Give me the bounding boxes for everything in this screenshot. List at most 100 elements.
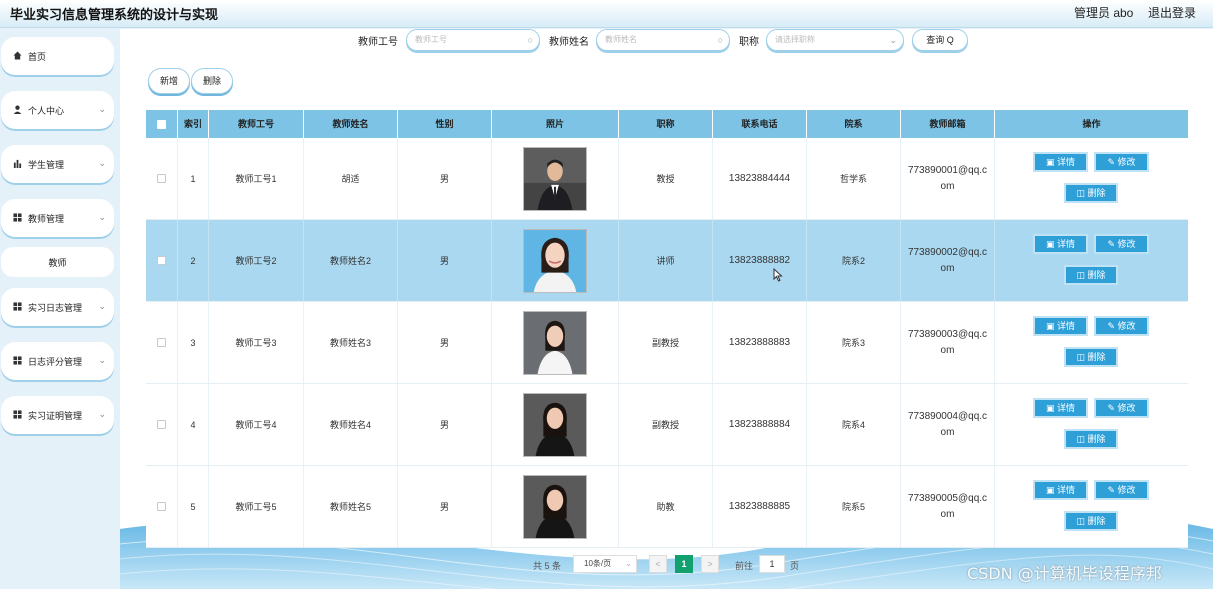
cell-email: 773890001@qq.com <box>901 138 995 219</box>
table-row[interactable]: 2 教师工号2 教师姓名2 男 讲师 13823888882 院系2 77389… <box>146 220 1188 302</box>
column-header: 院系 <box>807 110 901 138</box>
edit-icon: ✎ <box>1107 485 1115 495</box>
cell-title: 教授 <box>619 138 713 219</box>
row-checkbox[interactable] <box>146 466 178 547</box>
watermark: CSDN @计算机毕设程序邦 <box>967 564 1162 583</box>
sidebar-item-internship-log[interactable]: 实习日志管理 ⌄ <box>1 288 114 326</box>
table-row[interactable]: 1 教师工号1 胡适 男 教授 13823884444 哲学系 77389000… <box>146 138 1188 220</box>
delete-button[interactable]: 删除 <box>191 68 233 94</box>
row-delete-button[interactable]: ◫ 删除 <box>1064 347 1118 367</box>
cell-gender: 男 <box>398 466 492 547</box>
sidebar-item-log-scoring[interactable]: 日志评分管理 ⌄ <box>1 342 114 380</box>
search-icon: ○ <box>527 35 533 45</box>
add-button[interactable]: 新增 <box>148 68 190 94</box>
column-header: 索引 <box>178 110 209 138</box>
column-header: 教师姓名 <box>304 110 398 138</box>
detail-button[interactable]: ▣ 详情 <box>1033 480 1088 500</box>
cell-photo <box>492 384 619 465</box>
next-page-button[interactable]: > <box>701 555 719 573</box>
row-checkbox[interactable] <box>146 302 178 383</box>
goto-page-input[interactable]: 1 <box>759 555 785 573</box>
app-title: 毕业实习信息管理系统的设计与实现 <box>10 7 219 22</box>
row-checkbox[interactable] <box>146 138 178 219</box>
cell-photo <box>492 466 619 547</box>
chevron-down-icon: ⌄ <box>98 104 106 114</box>
detail-button[interactable]: ▣ 详情 <box>1033 398 1088 418</box>
top-bar: 毕业实习信息管理系统的设计与实现 管理员 abo 退出登录 <box>0 0 1213 28</box>
table-row[interactable]: 3 教师工号3 教师姓名3 男 副教授 13823888883 院系3 7738… <box>146 302 1188 384</box>
cell-teacher-id: 教师工号5 <box>209 466 304 547</box>
teacher-id-label: 教师工号 <box>358 37 398 48</box>
table-row[interactable]: 5 教师工号5 教师姓名5 男 助教 13823888885 院系5 77389… <box>146 466 1188 548</box>
edit-button[interactable]: ✎ 修改 <box>1094 398 1149 418</box>
sidebar-item-personal-center[interactable]: 个人中心 ⌄ <box>1 91 114 129</box>
sidebar-subitem-teacher[interactable]: 教师 <box>1 247 114 277</box>
sidebar-item-internship-certificate[interactable]: 实习证明管理 ⌄ <box>1 396 114 434</box>
cell-email: 773890003@qq.com <box>901 302 995 383</box>
edit-icon: ✎ <box>1107 403 1115 413</box>
edit-button[interactable]: ✎ 修改 <box>1094 316 1149 336</box>
sidebar-item-label: 教师管理 <box>28 213 65 224</box>
edit-button[interactable]: ✎ 修改 <box>1094 480 1149 500</box>
row-checkbox[interactable] <box>146 220 178 301</box>
cell-actions: ▣ 详情 ✎ 修改 ◫ 删除 <box>995 466 1188 547</box>
logout-link[interactable]: 退出登录 <box>1148 4 1196 21</box>
detail-icon: ▣ <box>1045 239 1055 249</box>
title-label: 职称 <box>739 37 759 48</box>
teacher-id-input[interactable]: 教师工号 ○ <box>406 29 540 51</box>
cell-name: 教师姓名2 <box>304 220 398 301</box>
cell-title: 讲师 <box>619 220 713 301</box>
trash-icon: ◫ <box>1076 188 1085 198</box>
goto-label: 前往 <box>735 561 754 571</box>
row-delete-button[interactable]: ◫ 删除 <box>1064 429 1118 449</box>
cell-gender: 男 <box>398 220 492 301</box>
sidebar-item-home[interactable]: 首页 <box>1 37 114 75</box>
teacher-name-input[interactable]: 教师姓名 ○ <box>596 29 730 51</box>
select-all-checkbox[interactable] <box>146 110 178 138</box>
query-button[interactable]: 查询 Q <box>912 29 968 51</box>
table-row[interactable]: 4 教师工号4 教师姓名4 男 副教授 13823888884 院系4 7738… <box>146 384 1188 466</box>
row-delete-button[interactable]: ◫ 删除 <box>1064 265 1118 285</box>
cell-photo <box>492 138 619 219</box>
detail-icon: ▣ <box>1045 321 1055 331</box>
sidebar-item-label: 日志评分管理 <box>28 356 83 367</box>
grid-icon <box>13 409 22 421</box>
cell-teacher-id: 教师工号4 <box>209 384 304 465</box>
teacher-photo <box>523 392 587 457</box>
cell-title: 助教 <box>619 466 713 547</box>
teacher-name-label: 教师姓名 <box>549 37 589 48</box>
trash-icon: ◫ <box>1076 270 1085 280</box>
edit-button[interactable]: ✎ 修改 <box>1094 152 1149 172</box>
trash-icon: ◫ <box>1076 516 1085 526</box>
row-delete-button[interactable]: ◫ 删除 <box>1064 511 1118 531</box>
detail-icon: ▣ <box>1045 485 1055 495</box>
cell-phone: 13823888884 <box>713 384 807 465</box>
detail-button[interactable]: ▣ 详情 <box>1033 316 1088 336</box>
detail-button[interactable]: ▣ 详情 <box>1033 152 1088 172</box>
teacher-photo <box>523 146 587 211</box>
row-checkbox[interactable] <box>146 384 178 465</box>
page-suffix: 页 <box>790 561 800 571</box>
sidebar-item-label: 实习证明管理 <box>28 410 83 421</box>
current-page-button[interactable]: 1 <box>675 555 693 573</box>
page-size-select[interactable]: 10条/页 ⌄ <box>573 555 637 573</box>
title-select[interactable]: 请选择职称 ⌄ <box>766 29 904 51</box>
trash-icon: ◫ <box>1076 434 1085 444</box>
cell-photo <box>492 302 619 383</box>
trash-icon: ◫ <box>1076 352 1085 362</box>
row-delete-button[interactable]: ◫ 删除 <box>1064 183 1118 203</box>
detail-button[interactable]: ▣ 详情 <box>1033 234 1088 254</box>
chevron-down-icon: ⌄ <box>889 35 897 45</box>
detail-icon: ▣ <box>1045 157 1055 167</box>
prev-page-button[interactable]: < <box>649 555 667 573</box>
edit-button[interactable]: ✎ 修改 <box>1094 234 1149 254</box>
sidebar-item-student-management[interactable]: 学生管理 ⌄ <box>1 145 114 183</box>
chevron-down-icon: ⌄ <box>625 559 632 568</box>
column-header: 性别 <box>398 110 492 138</box>
cell-index: 1 <box>178 138 209 219</box>
detail-icon: ▣ <box>1045 403 1055 413</box>
cell-email: 773890004@qq.com <box>901 384 995 465</box>
sidebar-item-label: 首页 <box>28 51 47 62</box>
cell-index: 3 <box>178 302 209 383</box>
sidebar-item-teacher-management[interactable]: 教师管理 ⌄ <box>1 199 114 237</box>
